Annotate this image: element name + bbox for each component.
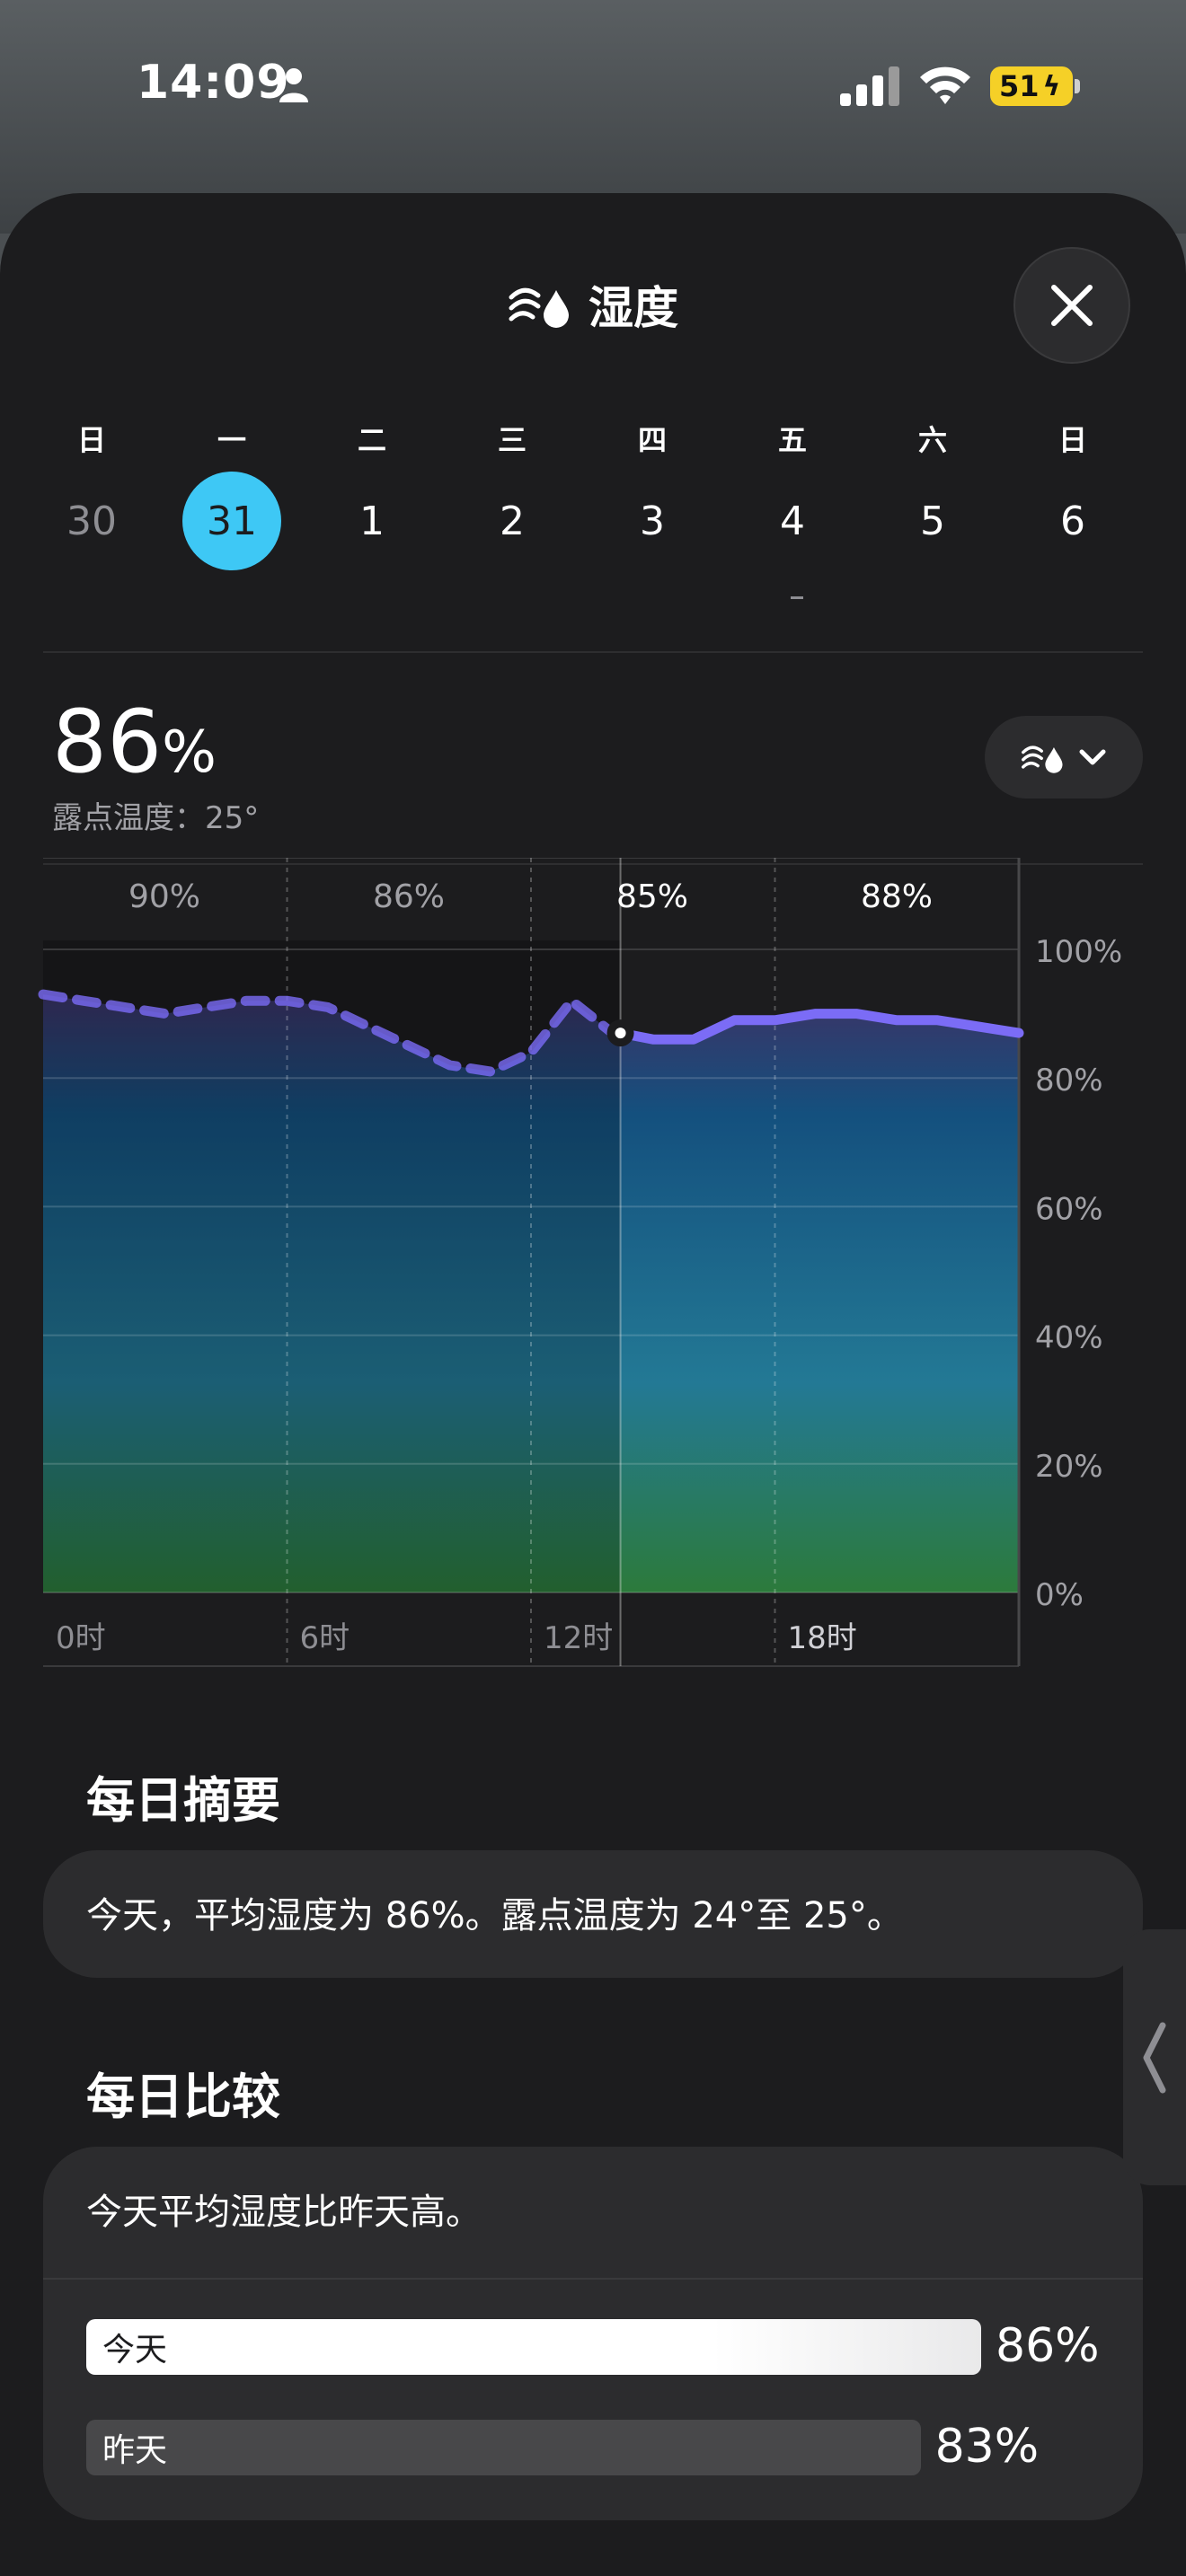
current-humidity-unit: % [162,719,217,786]
current-humidity-value: 86 [52,692,163,792]
daily-comparison-title: 每日比较 [86,2069,280,2125]
x-tick-label: 12时 [544,1620,613,1656]
y-tick-label: 100% [1035,934,1122,970]
day-number: 6 [1060,498,1085,544]
yesterday-label: 昨天 [102,2432,168,2469]
battery-indicator: 51 ϟ [990,66,1073,106]
period-average-label: 90% [128,878,200,915]
day-name: 五 [777,423,807,457]
day-item[interactable]: 一 31 [178,418,286,570]
day-name: 四 [637,423,667,457]
x-tick-label: 6时 [300,1620,350,1656]
chevron-down-icon [1079,749,1106,765]
daily-summary-card: 今天，平均湿度为 86%。露点温度为 24°至 25°。 [43,1850,1143,1978]
battery-cap [1075,79,1080,93]
y-tick-label: 40% [1035,1320,1103,1356]
day-number: 30 [66,498,117,544]
day-number: 5 [920,498,945,544]
current-humidity: 86% [52,692,217,792]
day-item[interactable]: 四3 [598,418,706,544]
day-name: 六 [917,423,947,457]
y-tick-label: 0% [1035,1577,1084,1613]
day-number: 31 [182,472,281,570]
day-name: 一 [217,423,246,457]
day-name: 三 [497,423,527,457]
chart-mode-dropdown[interactable] [985,716,1143,798]
daily-comparison-text: 今天平均湿度比昨天高。 [86,2192,482,2233]
card-divider [43,2278,1143,2280]
day-number: 2 [500,498,525,544]
divider [43,651,1143,653]
today-label: 今天 [102,2332,168,2369]
day-number: 1 [359,498,385,544]
person-icon [279,68,308,102]
status-bar: 14:09 51 ϟ [0,0,1186,180]
y-tick-label: 20% [1035,1449,1103,1485]
yesterday-value: 83% [934,2420,1040,2474]
yesterday-bar: 昨天 [86,2420,921,2475]
day-item[interactable]: 三2 [458,418,566,544]
daily-summary-title: 每日摘要 [86,1772,280,1829]
daily-comparison-card: 今天平均湿度比昨天高。 今天 86% 昨天 83% [43,2147,1143,2520]
day-name: 日 [76,423,106,457]
wifi-icon [920,66,970,104]
sheet-header: 湿度 [0,272,1186,340]
today-bar: 今天 [86,2319,981,2375]
day-item[interactable]: 五4 [739,418,846,544]
period-average-label: 88% [861,878,933,915]
x-tick-label: 18时 [788,1620,857,1656]
y-tick-label: 60% [1035,1191,1103,1227]
humidity-chart-svg: 100% 80% 60% 40% 20% 0% 90% 86% 85% 88% 0时 6时 12时 18时 [38,858,1122,1667]
battery-level: 51 [999,69,1040,103]
past-shade [43,940,621,1592]
sheet-title: 湿度 [589,282,678,334]
side-panel-handle[interactable] [1123,1929,1186,2185]
day-name: 日 [1058,423,1087,457]
today-value: 86% [996,2319,1100,2373]
day-item[interactable]: 二1 [318,418,426,544]
humidity-icon [1022,745,1063,773]
dew-point-text: 露点温度：25° [52,800,260,836]
status-time: 14:09 [137,56,290,110]
x-tick-label: 0时 [56,1620,106,1656]
day-name: 二 [357,423,386,457]
close-icon [1051,285,1093,326]
cellular-signal-icon [840,66,899,106]
day-item[interactable]: 日6 [1019,418,1127,544]
daily-summary-text: 今天，平均湿度为 86%。露点温度为 24°至 25°。 [86,1895,903,1936]
day-number: 3 [640,498,665,544]
current-marker-dot [615,1028,626,1039]
day-item[interactable]: 六5 [879,418,987,544]
chevron-left-icon [1143,2022,1166,2093]
period-average-label: 86% [373,878,445,915]
humidity-icon [509,287,569,328]
day-number: 4 [780,498,805,544]
period-average-label: 85% [616,878,688,915]
charging-bolt-icon: ϟ [1042,70,1061,102]
day-indicator-dash [791,596,803,599]
day-item[interactable]: 日 30 [38,418,146,544]
y-tick-label: 80% [1035,1063,1103,1098]
close-button[interactable] [1013,247,1130,364]
humidity-chart[interactable]: 100% 80% 60% 40% 20% 0% 90% 86% 85% 88% 0时 6时 12时 18时 [0,858,1186,1684]
